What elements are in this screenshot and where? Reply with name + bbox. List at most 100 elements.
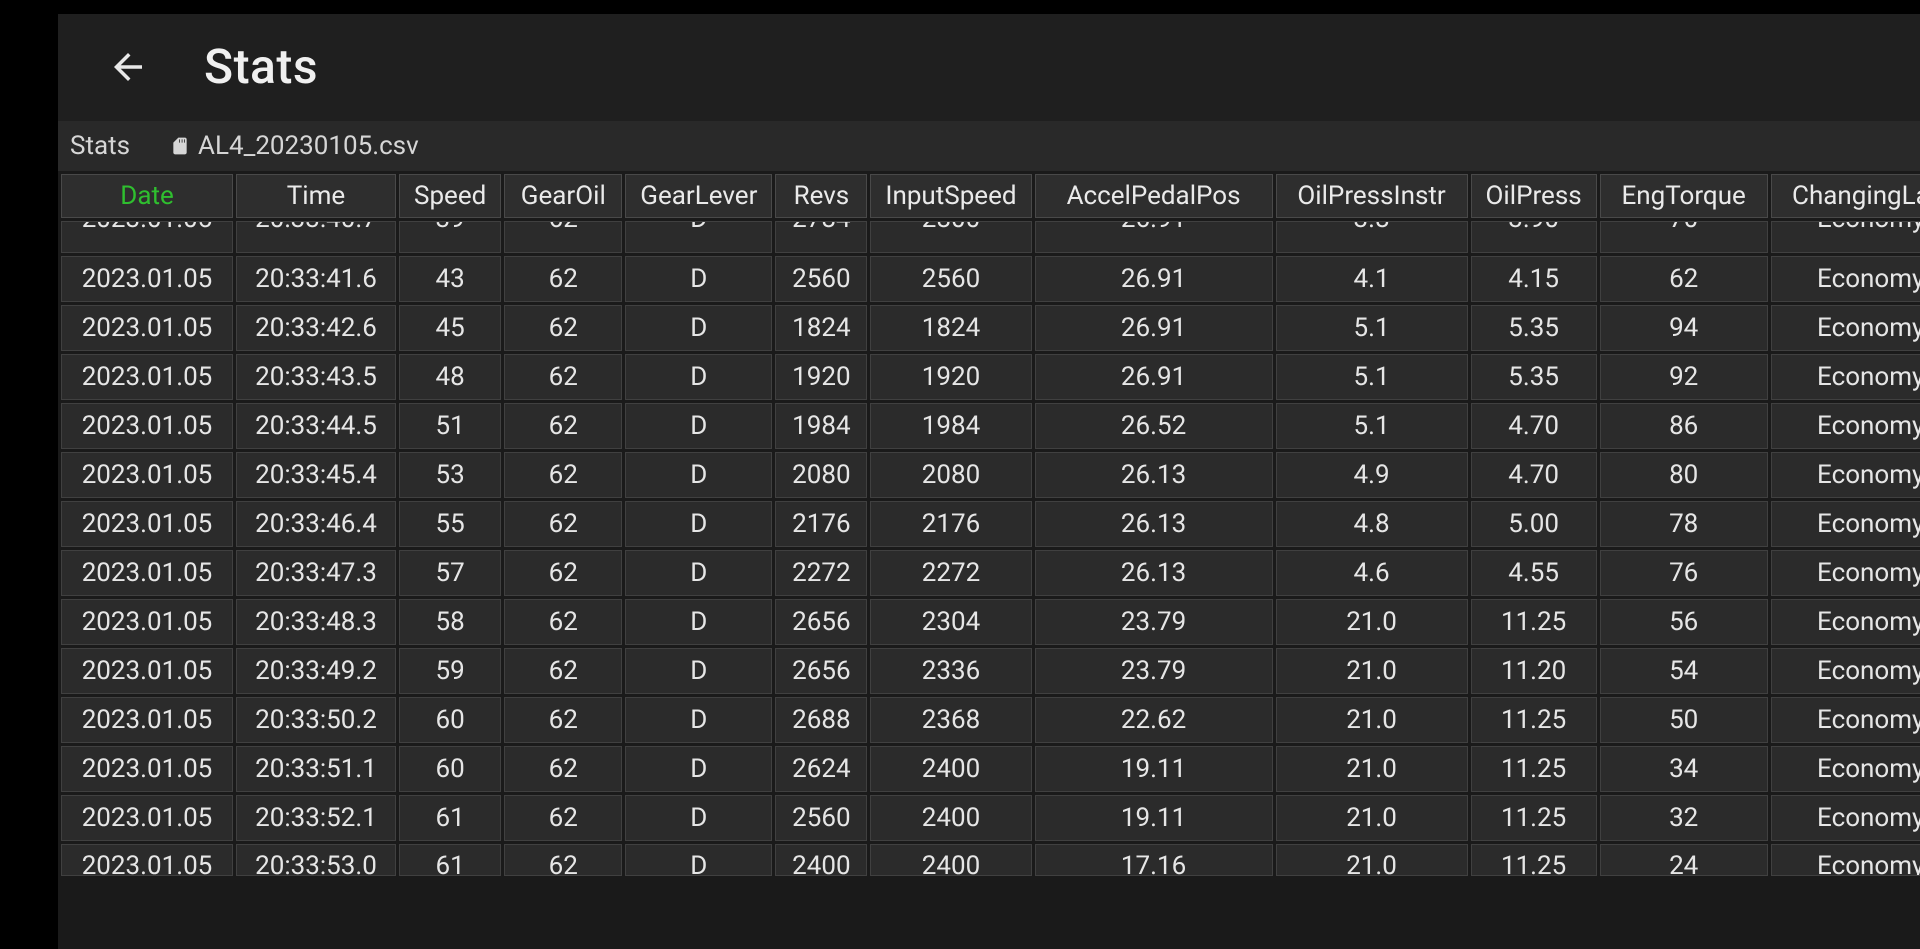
column-header[interactable]: Time [236, 174, 396, 218]
table-cell: 26.13 [1035, 452, 1273, 498]
table-cell: 2784 [775, 221, 867, 253]
table-cell: D [625, 403, 772, 449]
table-cell: 19.11 [1035, 746, 1273, 792]
table-cell: 4.70 [1471, 403, 1597, 449]
table-cell: Economy [1771, 354, 1920, 400]
table-cell: 17.16 [1035, 844, 1273, 876]
table-cell: 62 [504, 305, 622, 351]
table-cell: 11.20 [1471, 648, 1597, 694]
column-header[interactable]: InputSpeed [870, 174, 1031, 218]
table-row[interactable]: 2023.01.0520:33:42.64562D1824182426.915.… [61, 305, 1920, 351]
table-cell: 2656 [775, 599, 867, 645]
table-cell: 5.35 [1471, 305, 1597, 351]
table-row[interactable]: 2023.01.0520:33:41.64362D2560256026.914.… [61, 256, 1920, 302]
table-cell: 26.52 [1035, 403, 1273, 449]
table-cell: 5.35 [1471, 354, 1597, 400]
column-header[interactable]: OilPressInstr [1276, 174, 1468, 218]
table-cell: 23.79 [1035, 599, 1273, 645]
table-row[interactable]: 2023.01.0520:33:40.73962D2784280026.913.… [61, 221, 1920, 253]
table-cell: Economy [1771, 305, 1920, 351]
table-cell: 45 [399, 305, 501, 351]
table-cell: 2080 [870, 452, 1031, 498]
table-cell: 11.25 [1471, 599, 1597, 645]
table-cell: 2023.01.05 [61, 501, 233, 547]
table-row[interactable]: 2023.01.0520:33:46.45562D2176217626.134.… [61, 501, 1920, 547]
table-cell: 4.6 [1276, 550, 1468, 596]
table-cell: 26.91 [1035, 354, 1273, 400]
table-cell: 2272 [775, 550, 867, 596]
table-cell: 20:33:45.4 [236, 452, 396, 498]
table-cell: 2688 [775, 697, 867, 743]
table-cell: Economy [1771, 256, 1920, 302]
table-cell: Economy [1771, 746, 1920, 792]
table-cell: 26.91 [1035, 305, 1273, 351]
table-cell: D [625, 452, 772, 498]
app-window: Stats Stats AL4_20230105.csv DateTimeSpe… [58, 14, 1920, 949]
table-cell: 20:33:41.6 [236, 256, 396, 302]
table-cell: 62 [504, 844, 622, 876]
column-header[interactable]: Revs [775, 174, 867, 218]
back-button[interactable] [104, 43, 152, 91]
table-row[interactable]: 2023.01.0520:33:45.45362D2080208026.134.… [61, 452, 1920, 498]
table-cell: Economy [1771, 795, 1920, 841]
column-header[interactable]: EngTorque [1600, 174, 1768, 218]
page-title: Stats [204, 38, 318, 95]
table-cell: 20:33:46.4 [236, 501, 396, 547]
table-cell: 20:33:47.3 [236, 550, 396, 596]
table-cell: 2800 [870, 221, 1031, 253]
sd-card-icon [170, 134, 190, 158]
table-cell: 2400 [870, 844, 1031, 876]
table-cell: 86 [1600, 403, 1768, 449]
table-cell: 60 [399, 746, 501, 792]
table-cell: 20:33:42.6 [236, 305, 396, 351]
table-row[interactable]: 2023.01.0520:33:49.25962D2656233623.7921… [61, 648, 1920, 694]
table-cell: 62 [504, 746, 622, 792]
table-cell: 1920 [775, 354, 867, 400]
table-cell: D [625, 221, 772, 253]
breadcrumb-file[interactable]: AL4_20230105.csv [170, 131, 419, 161]
table-cell: 2080 [775, 452, 867, 498]
table-cell: 23.79 [1035, 648, 1273, 694]
column-header[interactable]: GearOil [504, 174, 622, 218]
table-cell: 32 [1600, 795, 1768, 841]
table-row[interactable]: 2023.01.0520:33:47.35762D2272227226.134.… [61, 550, 1920, 596]
table-cell: 26.91 [1035, 256, 1273, 302]
table-row[interactable]: 2023.01.0520:33:52.16162D2560240019.1121… [61, 795, 1920, 841]
table-cell: 62 [504, 403, 622, 449]
table-cell: 51 [399, 403, 501, 449]
table-cell: Economy [1771, 403, 1920, 449]
column-header[interactable]: Speed [399, 174, 501, 218]
table-cell: 2400 [775, 844, 867, 876]
column-header[interactable]: GearLever [625, 174, 772, 218]
table-cell: 2560 [775, 256, 867, 302]
table-cell: Economy [1771, 221, 1920, 253]
table-cell: 11.25 [1471, 746, 1597, 792]
table-cell: 2176 [775, 501, 867, 547]
column-header[interactable]: OilPress [1471, 174, 1597, 218]
column-header[interactable]: ChangingLaw [1771, 174, 1920, 218]
data-table-scroll[interactable]: DateTimeSpeedGearOilGearLeverRevsInputSp… [58, 171, 1920, 949]
table-cell: 2023.01.05 [61, 354, 233, 400]
table-cell: Economy [1771, 599, 1920, 645]
table-cell: 4.70 [1471, 452, 1597, 498]
table-row[interactable]: 2023.01.0520:33:51.16062D2624240019.1121… [61, 746, 1920, 792]
breadcrumb-label[interactable]: Stats [70, 131, 130, 161]
column-header[interactable]: Date [61, 174, 233, 218]
table-row[interactable]: 2023.01.0520:33:53.06162D2400240017.1621… [61, 844, 1920, 876]
column-header[interactable]: AccelPedalPos [1035, 174, 1273, 218]
table-cell: 1920 [870, 354, 1031, 400]
table-row[interactable]: 2023.01.0520:33:44.55162D1984198426.525.… [61, 403, 1920, 449]
table-cell: 4.15 [1471, 256, 1597, 302]
table-row[interactable]: 2023.01.0520:33:50.26062D2688236822.6221… [61, 697, 1920, 743]
table-cell: 3.8 [1276, 221, 1468, 253]
table-cell: 2400 [870, 795, 1031, 841]
table-cell: 62 [504, 550, 622, 596]
table-cell: 2624 [775, 746, 867, 792]
table-cell: 61 [399, 795, 501, 841]
table-cell: 21.0 [1276, 746, 1468, 792]
table-cell: 20:33:50.2 [236, 697, 396, 743]
table-row[interactable]: 2023.01.0520:33:43.54862D1920192026.915.… [61, 354, 1920, 400]
table-cell: 5.00 [1471, 501, 1597, 547]
table-row[interactable]: 2023.01.0520:33:48.35862D2656230423.7921… [61, 599, 1920, 645]
table-cell: 2023.01.05 [61, 599, 233, 645]
